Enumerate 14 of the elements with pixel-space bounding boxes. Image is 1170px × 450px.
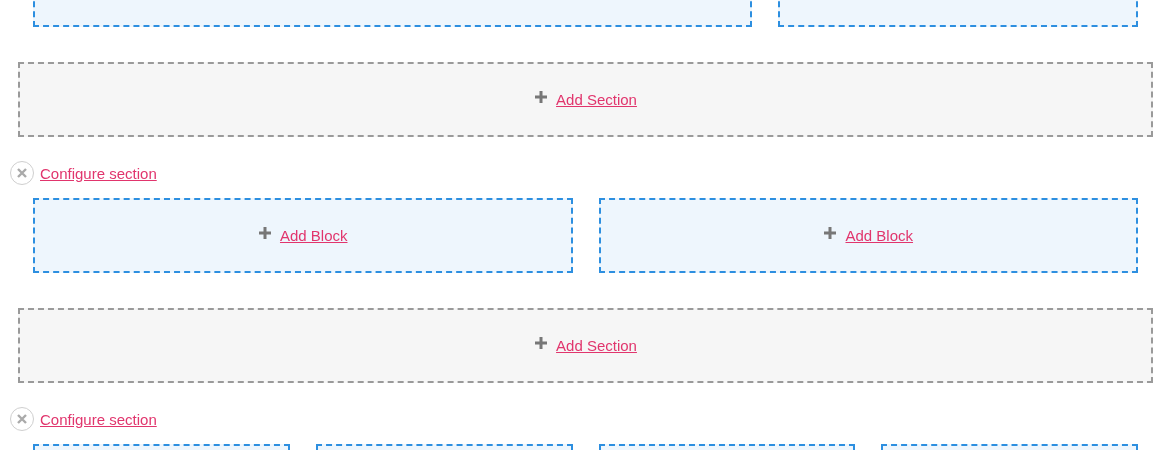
close-button[interactable]: [10, 407, 34, 431]
close-icon: [17, 168, 27, 178]
add-block-link[interactable]: Add Block: [279, 227, 348, 244]
add-section-link[interactable]: Add Section: [556, 91, 637, 108]
add-block-link[interactable]: Add Block: [845, 227, 913, 244]
plus-icon: [257, 225, 272, 240]
plus-icon: [534, 89, 549, 104]
plus-icon: [823, 225, 838, 240]
close-icon: [17, 414, 27, 424]
configure-section-link[interactable]: Configure section: [40, 164, 157, 182]
plus-icon: [534, 335, 549, 350]
configure-section-link[interactable]: Configure section: [40, 410, 157, 428]
close-button[interactable]: [10, 161, 34, 185]
add-section-link[interactable]: Add Section: [556, 337, 637, 354]
